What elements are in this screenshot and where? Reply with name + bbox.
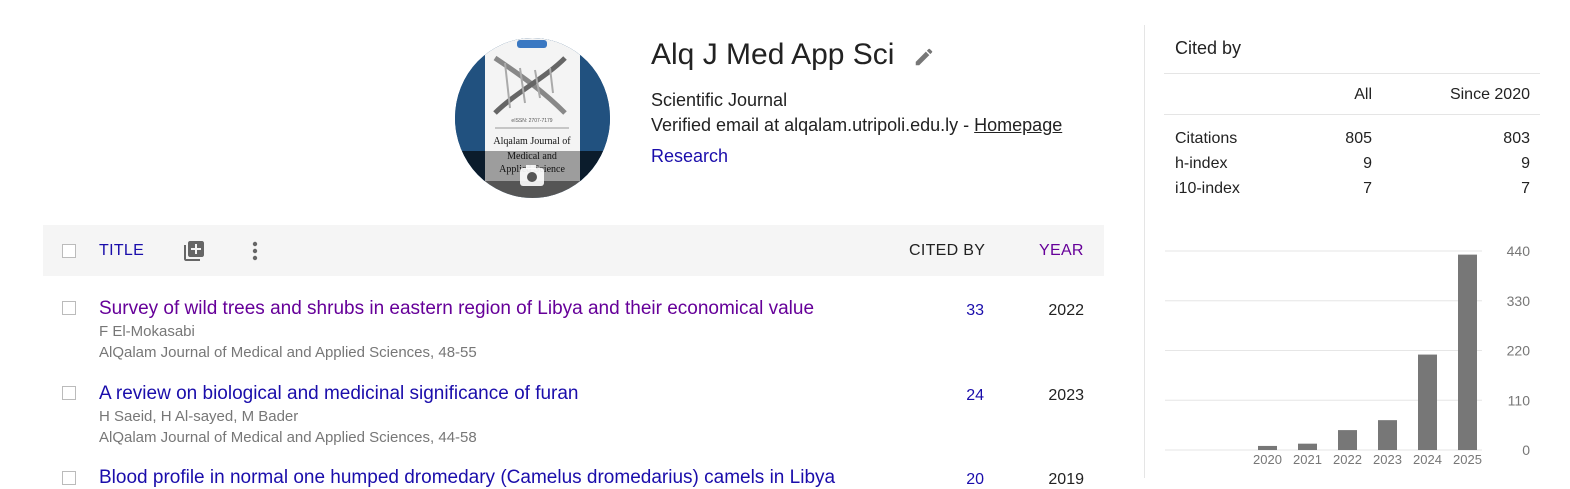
stat-i10-index-since: 7 <box>1521 180 1530 197</box>
stat-h-index-since: 9 <box>1521 155 1530 172</box>
profile-name: Alq J Med App Sci <box>651 38 895 71</box>
stat-citations-all: 805 <box>1345 130 1372 147</box>
chart-x-tick-label: 2021 <box>1293 452 1322 467</box>
profile-avatar[interactable]: eISSN: 2707-7179 Alqalam Journal of Medi… <box>455 38 610 198</box>
cited-by-heading: Cited by <box>1175 38 1242 58</box>
row-checkbox[interactable] <box>62 471 76 485</box>
add-to-library-icon[interactable] <box>182 239 206 268</box>
chart-x-tick-label: 2023 <box>1373 452 1402 467</box>
chart-x-tick-label: 2024 <box>1413 452 1442 467</box>
cited-by-count-link[interactable]: 33 <box>944 302 984 320</box>
chart-bar-2023[interactable] <box>1378 420 1397 450</box>
chart-x-tick-label: 2022 <box>1333 452 1362 467</box>
research-interest-link[interactable]: Research <box>651 146 728 167</box>
edit-pencil-icon[interactable] <box>913 46 935 68</box>
stat-label-i10-index: i10-index <box>1175 180 1240 197</box>
camera-icon[interactable] <box>520 165 544 186</box>
stat-citations-since: 803 <box>1503 130 1530 147</box>
select-all-checkbox[interactable] <box>62 244 76 258</box>
chart-y-tick-label: 110 <box>1508 392 1531 408</box>
chart-y-tick-label: 330 <box>1507 293 1531 309</box>
panel-divider <box>1144 25 1145 478</box>
article-year: 2022 <box>1048 302 1084 319</box>
cited-by-header[interactable]: CITED BY <box>909 242 985 260</box>
article-year: 2019 <box>1048 471 1084 488</box>
stat-label-h-index: h-index <box>1175 155 1228 172</box>
row-checkbox[interactable] <box>62 386 76 400</box>
stat-h-index-all: 9 <box>1363 155 1372 172</box>
article-title-link[interactable]: Blood profile in normal one humped drome… <box>99 467 835 489</box>
chart-bar-2025[interactable] <box>1458 254 1477 450</box>
stat-i10-index-all: 7 <box>1363 180 1372 197</box>
cited-by-count-link[interactable]: 20 <box>944 471 984 489</box>
chart-bar-2021[interactable] <box>1298 443 1317 450</box>
citations-bar-chart: 440 330 220 110 0 2020 2021 2022 2023 2024 2025 <box>1165 243 1531 467</box>
chart-y-tick-label: 220 <box>1507 343 1531 359</box>
chart-bar-2020[interactable] <box>1258 445 1277 450</box>
profile-email: Verified email at alqalam.utripoli.edu.l… <box>651 115 1062 136</box>
verified-email-text: Verified email at alqalam.utripoli.edu.l… <box>651 115 975 135</box>
col-all-header: All <box>1354 86 1372 103</box>
article-title-link[interactable]: Survey of wild trees and shrubs in easte… <box>99 298 814 320</box>
col-since-header: Since 2020 <box>1449 86 1530 103</box>
article-venue: AlQalam Journal of Medical and Applied S… <box>99 429 477 446</box>
more-options-icon[interactable] <box>243 239 267 268</box>
homepage-link[interactable]: Homepage <box>974 115 1062 135</box>
article-venue: AlQalam Journal of Medical and Applied S… <box>99 344 477 361</box>
divider <box>1164 73 1540 74</box>
article-title-link[interactable]: A review on biological and medicinal sig… <box>99 383 579 405</box>
chart-y-tick-label: 440 <box>1507 243 1531 259</box>
article-authors: H Saeid, H Al-sayed, M Bader <box>99 408 299 425</box>
stat-label-citations: Citations <box>1175 130 1238 147</box>
row-checkbox[interactable] <box>62 301 76 315</box>
profile-affiliation: Scientific Journal <box>651 90 788 110</box>
chart-x-tick-label: 2025 <box>1453 452 1482 467</box>
svg-text:eISSN: 2707-7179: eISSN: 2707-7179 <box>511 118 552 124</box>
chart-x-tick-label: 2020 <box>1253 452 1282 467</box>
sort-by-year[interactable]: YEAR <box>1039 242 1084 260</box>
svg-text:Medical and: Medical and <box>507 151 557 162</box>
cited-by-count-link[interactable]: 24 <box>944 387 984 405</box>
sort-by-title[interactable]: TITLE <box>99 242 144 260</box>
chart-bar-2024[interactable] <box>1418 354 1437 450</box>
chart-bar-2022[interactable] <box>1338 430 1357 450</box>
divider <box>1164 114 1540 115</box>
svg-text:Alqalam Journal of: Alqalam Journal of <box>493 136 571 147</box>
chart-y-tick-label: 0 <box>1522 442 1530 458</box>
article-year: 2023 <box>1048 387 1084 404</box>
article-authors: F El-Mokasabi <box>99 323 195 340</box>
